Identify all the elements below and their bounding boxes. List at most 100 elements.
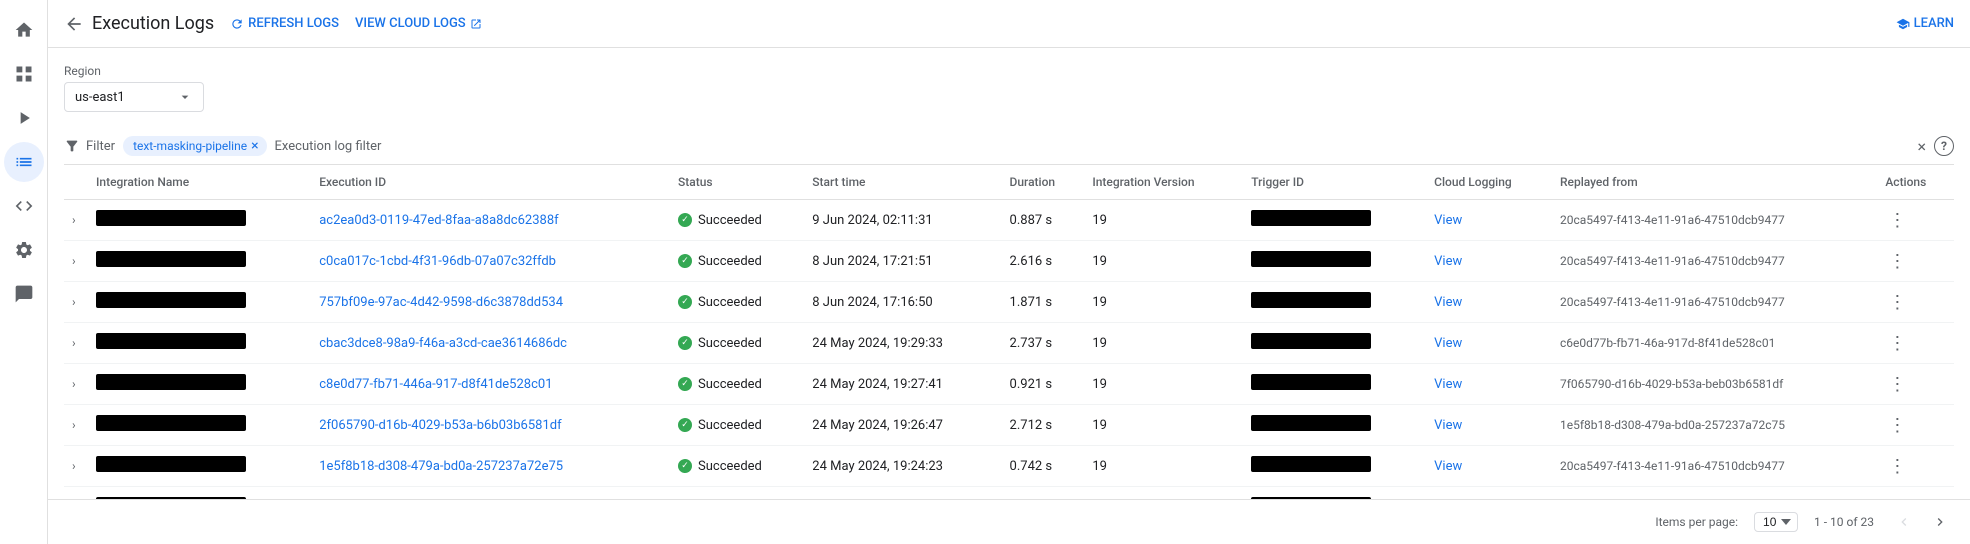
table-row: › 1e5f8b18-d308-479a-bd0a-257237a72e75 ✓ …	[64, 446, 1954, 487]
replayed-from: 20ca5497-f413-4e11-91a6-47510dcb9477	[1552, 200, 1877, 241]
status-dot-success: ✓	[678, 295, 692, 309]
replayed-from: 20ca5497-f413-4e11-91a6-47510dcb9477	[1552, 241, 1877, 282]
duration: 4.663 s	[1002, 487, 1085, 500]
execution-id: ac2ea0d3-0119-47ed-8faa-a8a8dc62388f	[319, 213, 558, 228]
sidebar-icon-help[interactable]	[4, 274, 44, 314]
row-actions-button[interactable]: ⋮	[1885, 454, 1909, 478]
cloud-logging-view-link[interactable]: View	[1434, 295, 1462, 310]
table-row: ›20ca5497-f413-4e11-91a6-47510bdcb9477 ✓…	[64, 487, 1954, 500]
sidebar-icon-settings[interactable]	[4, 230, 44, 270]
table-header-row: Integration Name Execution ID Status Sta…	[64, 165, 1954, 200]
integration-name-redacted	[96, 374, 246, 390]
col-replayed-from: Replayed from	[1552, 165, 1877, 200]
integration-version: 19	[1084, 446, 1243, 487]
sidebar	[0, 0, 48, 544]
items-per-page-select[interactable]: 5 10 25 50	[1754, 512, 1798, 532]
row-actions-button[interactable]: ⋮	[1885, 331, 1909, 355]
sidebar-icon-home[interactable]	[4, 10, 44, 50]
sidebar-icon-list[interactable]	[4, 142, 44, 182]
execution-id: 2f065790-d16b-4029-b53a-b6b03b6581df	[319, 418, 561, 433]
integration-version: 19	[1084, 200, 1243, 241]
row-actions-button[interactable]: ⋮	[1885, 249, 1909, 273]
execution-logs-table: Integration Name Execution ID Status Sta…	[64, 165, 1954, 499]
integration-name-redacted	[96, 251, 246, 267]
status-text: Succeeded	[698, 295, 762, 310]
expand-row-button[interactable]: ›	[72, 377, 76, 391]
expand-row-button[interactable]: ›	[72, 295, 76, 309]
pagination-select: 5 10 25 50	[1754, 512, 1798, 532]
learn-link[interactable]: LEARN	[1896, 16, 1954, 31]
status-badge: ✓ Succeeded	[678, 336, 796, 351]
filter-chip[interactable]: text-masking-pipeline ×	[123, 136, 266, 156]
replayed-from: cd47566b-cc85-43de-8559-31c1c559c16b	[1552, 487, 1877, 500]
start-time: 24 May 2024, 19:27:41	[804, 364, 1001, 405]
region-section: Region us-east1	[64, 64, 1954, 112]
filter-bar: Filter text-masking-pipeline × Execution…	[64, 128, 1954, 165]
region-label: Region	[64, 64, 1954, 78]
sidebar-icon-grid[interactable]	[4, 54, 44, 94]
prev-page-button[interactable]	[1890, 508, 1918, 536]
duration: 0.921 s	[1002, 364, 1085, 405]
row-actions-button[interactable]: ⋮	[1885, 208, 1909, 232]
main-content: Execution Logs REFRESH LOGS VIEW CLOUD L…	[48, 0, 1970, 544]
trigger-id-redacted	[1251, 415, 1371, 431]
close-filter-button[interactable]: ×	[1917, 137, 1926, 156]
integration-name-redacted	[96, 210, 246, 226]
cloud-logging-view-link[interactable]: View	[1434, 418, 1462, 433]
duration: 2.737 s	[1002, 323, 1085, 364]
col-integration-version: Integration Version	[1084, 165, 1243, 200]
cloud-logging-view-link[interactable]: View	[1434, 459, 1462, 474]
region-select[interactable]: us-east1	[64, 82, 204, 112]
duration: 2.712 s	[1002, 405, 1085, 446]
status-badge: ✓ Succeeded	[678, 254, 796, 269]
next-page-button[interactable]	[1926, 508, 1954, 536]
duration: 2.616 s	[1002, 241, 1085, 282]
status-badge: ✓ Succeeded	[678, 377, 796, 392]
help-icon[interactable]: ?	[1934, 136, 1954, 156]
replayed-from: 7f065790-d16b-4029-b53a-beb03b6581df	[1552, 364, 1877, 405]
row-actions-button[interactable]: ⋮	[1885, 290, 1909, 314]
expand-row-button[interactable]: ›	[72, 254, 76, 268]
pagination-bar: Items per page: 5 10 25 50 1 - 10 of 23	[48, 499, 1970, 544]
start-time: 24 May 2024, 19:29:33	[804, 323, 1001, 364]
topbar: Execution Logs REFRESH LOGS VIEW CLOUD L…	[48, 0, 1970, 48]
refresh-logs-link[interactable]: REFRESH LOGS	[230, 16, 339, 31]
trigger-id-redacted	[1251, 210, 1371, 226]
expand-row-button[interactable]: ›	[72, 213, 76, 227]
table-row: ›c8e0d77-fb71-446a-917-d8f41de528c01 ✓ S…	[64, 364, 1954, 405]
view-cloud-logs-link[interactable]: VIEW CLOUD LOGS	[355, 16, 482, 31]
sidebar-icon-arrow[interactable]	[4, 98, 44, 138]
status-text: Succeeded	[698, 213, 762, 228]
filter-icon-label: Filter	[64, 138, 115, 154]
page-title: Execution Logs	[92, 13, 214, 34]
cloud-logging-view-link[interactable]: View	[1434, 336, 1462, 351]
expand-row-button[interactable]: ›	[72, 336, 76, 350]
replayed-from: 20ca5497-f413-4e11-91a6-47510dcb9477	[1552, 446, 1877, 487]
status-badge: ✓ Succeeded	[678, 459, 796, 474]
execution-id: 1e5f8b18-d308-479a-bd0a-257237a72e75	[319, 459, 563, 474]
expand-row-button[interactable]: ›	[72, 418, 76, 432]
filter-type-label: Execution log filter	[275, 139, 382, 154]
filter-chip-close[interactable]: ×	[251, 139, 258, 153]
trigger-id-redacted	[1251, 333, 1371, 349]
back-button[interactable]	[64, 14, 84, 34]
trigger-id-redacted	[1251, 374, 1371, 390]
trigger-id-redacted	[1251, 251, 1371, 267]
sidebar-icon-code[interactable]	[4, 186, 44, 226]
expand-row-button[interactable]: ›	[72, 459, 76, 473]
cloud-logging-view-link[interactable]: View	[1434, 254, 1462, 269]
row-actions-button[interactable]: ⋮	[1885, 413, 1909, 437]
trigger-id-redacted	[1251, 456, 1371, 472]
col-trigger-id: Trigger ID	[1243, 165, 1426, 200]
integration-version: 19	[1084, 364, 1243, 405]
pagination-range: 1 - 10 of 23	[1814, 515, 1874, 529]
integration-version: 19	[1084, 405, 1243, 446]
integration-name-redacted	[96, 456, 246, 472]
col-duration: Duration	[1002, 165, 1085, 200]
cloud-logging-view-link[interactable]: View	[1434, 213, 1462, 228]
duration: 1.871 s	[1002, 282, 1085, 323]
start-time: 9 Jun 2024, 02:11:31	[804, 200, 1001, 241]
row-actions-button[interactable]: ⋮	[1885, 372, 1909, 396]
status-dot-success: ✓	[678, 336, 692, 350]
cloud-logging-view-link[interactable]: View	[1434, 377, 1462, 392]
